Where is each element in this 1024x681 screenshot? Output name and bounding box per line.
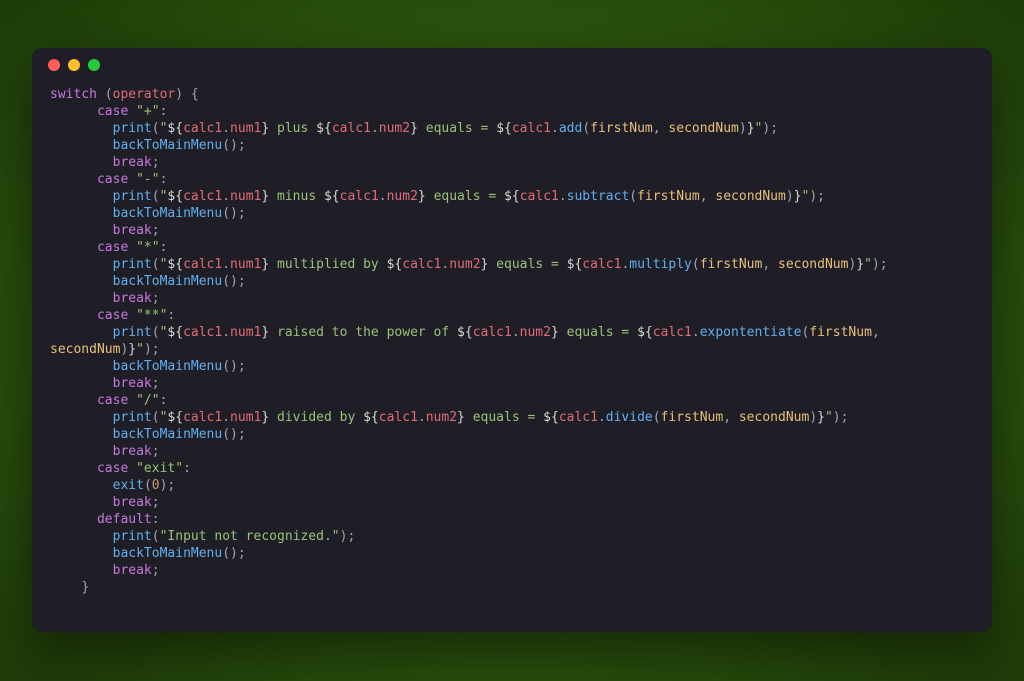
num-zero: 0 bbox=[152, 478, 160, 493]
txt-plus: plus bbox=[269, 121, 316, 136]
traffic-light-zoom-icon[interactable] bbox=[88, 59, 100, 71]
fn-add: add bbox=[559, 121, 582, 136]
txt-raised-to-power: raised to the power of bbox=[269, 325, 457, 340]
case-mul: "*" bbox=[136, 240, 159, 255]
fn-exponentiate: expontentiate bbox=[700, 325, 802, 340]
case-pow: "**" bbox=[136, 308, 167, 323]
kw-break: break bbox=[113, 155, 152, 170]
fn-backToMainMenu: backToMainMenu bbox=[113, 138, 223, 153]
paren-open: ( bbox=[105, 87, 113, 102]
kw-case: case bbox=[97, 104, 128, 119]
kw-default: default bbox=[97, 512, 152, 527]
kw-switch: switch bbox=[50, 87, 97, 102]
brace-open: { bbox=[191, 87, 199, 102]
case-minus: "-" bbox=[136, 172, 159, 187]
txt-divided-by: divided by bbox=[269, 410, 363, 425]
case-plus: "+" bbox=[136, 104, 159, 119]
brace-close: } bbox=[81, 580, 89, 595]
fn-divide: divide bbox=[606, 410, 653, 425]
id-operator: operator bbox=[113, 87, 176, 102]
str-input-not-recognized: "Input not recognized." bbox=[160, 529, 340, 544]
case-exit: "exit" bbox=[136, 461, 183, 476]
code-block: switch (operator) { case "+": print("${c… bbox=[32, 82, 992, 614]
arg-firstNum: firstNum bbox=[590, 121, 653, 136]
case-div: "/" bbox=[136, 393, 159, 408]
arg-secondNum: secondNum bbox=[668, 121, 738, 136]
fn-multiply: multiply bbox=[629, 257, 692, 272]
paren-close: ) bbox=[175, 87, 183, 102]
traffic-light-close-icon[interactable] bbox=[48, 59, 60, 71]
fn-subtract: subtract bbox=[567, 189, 630, 204]
fn-print: print bbox=[113, 121, 152, 136]
window-titlebar bbox=[32, 48, 992, 82]
txt-minus: minus bbox=[269, 189, 324, 204]
background: switch (operator) { case "+": print("${c… bbox=[0, 0, 1024, 681]
fn-exit: exit bbox=[113, 478, 144, 493]
traffic-light-minimize-icon[interactable] bbox=[68, 59, 80, 71]
txt-multiplied-by: multiplied by bbox=[269, 257, 386, 272]
code-window: switch (operator) { case "+": print("${c… bbox=[32, 48, 992, 632]
txt-equals: equals = bbox=[418, 121, 496, 136]
colon: : bbox=[160, 104, 168, 119]
